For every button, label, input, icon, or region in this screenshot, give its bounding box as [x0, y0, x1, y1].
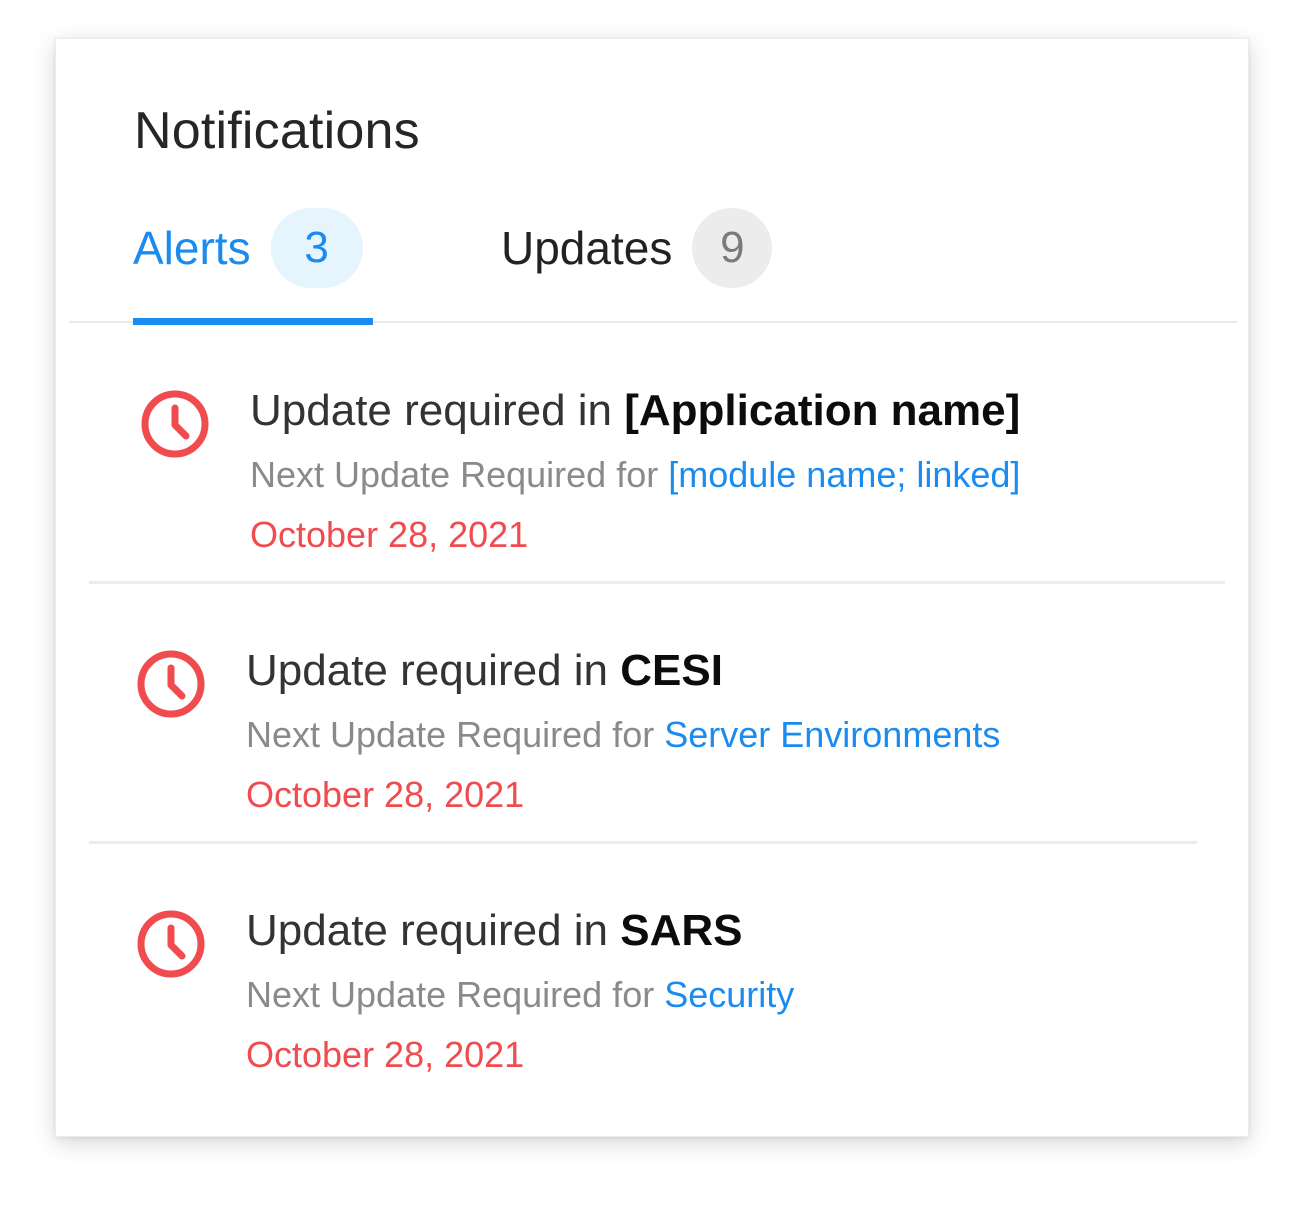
tab-alerts-label: Alerts — [133, 222, 251, 274]
item-subtitle-prefix: Next Update Required for — [250, 454, 659, 495]
item-title-prefix: Update required in — [250, 386, 613, 435]
clock-icon — [140, 389, 210, 459]
tab-alerts[interactable]: Alerts 3 — [133, 208, 373, 323]
list-item[interactable]: Update required in CESI Next Update Requ… — [56, 585, 1250, 845]
item-title-app: CESI — [620, 646, 723, 695]
clock-icon — [136, 649, 206, 719]
item-date: October 28, 2021 — [250, 514, 529, 555]
item-subtitle-prefix: Next Update Required for — [246, 714, 655, 755]
item-title: Update required in CESI — [246, 645, 723, 697]
item-subtitle-prefix: Next Update Required for — [246, 974, 655, 1015]
item-title: Update required in SARS — [246, 905, 743, 957]
item-subtitle: Next Update Required for Security — [246, 973, 794, 1017]
item-divider — [89, 581, 1225, 584]
tab-alerts-count-badge: 3 — [270, 208, 363, 288]
item-divider — [89, 841, 1197, 844]
item-title-prefix: Update required in — [246, 646, 609, 695]
item-subtitle: Next Update Required for Server Environm… — [246, 713, 1000, 757]
item-title-prefix: Update required in — [246, 906, 609, 955]
module-link[interactable]: Security — [664, 974, 794, 1015]
item-title: Update required in [Application name] — [250, 385, 1020, 437]
list-item[interactable]: Update required in SARS Next Update Requ… — [56, 845, 1250, 1105]
module-link[interactable]: Server Environments — [664, 714, 1000, 755]
clock-icon — [136, 909, 206, 979]
item-subtitle: Next Update Required for [module name; l… — [250, 453, 1020, 497]
item-date: October 28, 2021 — [246, 1034, 525, 1075]
module-link[interactable]: [module name; linked] — [668, 454, 1020, 495]
page-title: Notifications — [134, 102, 420, 160]
item-title-app: [Application name] — [624, 386, 1021, 435]
tab-updates-label: Updates — [501, 222, 673, 274]
active-tab-indicator — [133, 318, 373, 325]
item-date: October 28, 2021 — [246, 774, 525, 815]
item-title-app: SARS — [620, 906, 743, 955]
tab-updates-count-badge: 9 — [692, 208, 773, 288]
notifications-panel: Notifications Alerts 3 Updates 9 Update … — [55, 38, 1249, 1137]
list-item[interactable]: Update required in [Application name] Ne… — [56, 325, 1250, 585]
tab-bar: Alerts 3 Updates 9 — [69, 208, 1237, 325]
tab-updates[interactable]: Updates 9 — [501, 208, 791, 323]
